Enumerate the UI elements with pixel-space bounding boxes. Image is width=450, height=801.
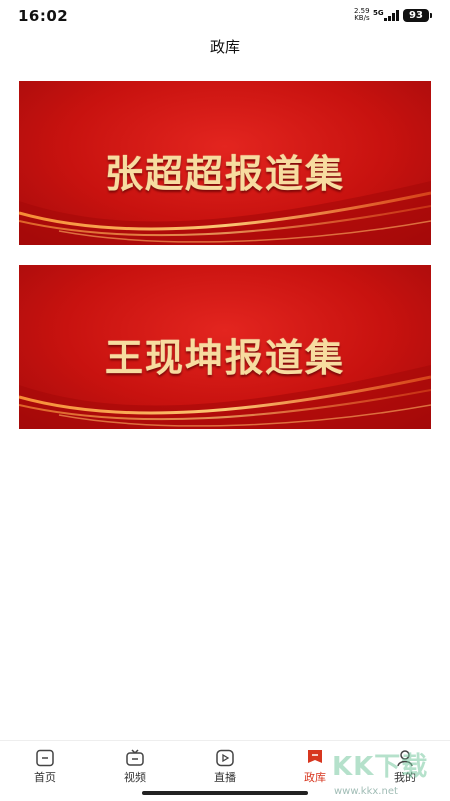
live-play-icon <box>216 749 234 767</box>
nav-item-home[interactable]: 首页 <box>15 747 75 791</box>
page-title: 政库 <box>209 38 240 56</box>
battery-icon: 93 <box>403 9 429 22</box>
nav-label: 视频 <box>124 771 146 784</box>
nav-item-live[interactable]: 直播 <box>195 747 255 791</box>
banner-title: 张超超报道集 <box>104 151 345 196</box>
signal-icon <box>384 10 399 21</box>
status-time: 16:02 <box>18 7 69 25</box>
watermark-url: www.kkx.net <box>334 786 398 797</box>
network-type: 5G <box>373 9 384 17</box>
network-speed: 2.59 KB/s <box>354 8 370 22</box>
home-indicator <box>142 791 308 795</box>
nav-item-video[interactable]: 视频 <box>105 747 165 791</box>
speed-unit: KB/s <box>354 14 370 22</box>
bookmark-icon <box>308 750 322 763</box>
nav-label: 直播 <box>214 771 236 784</box>
status-bar: 16:02 2.59 KB/s 5G 93 <box>0 0 450 32</box>
nav-label: 首页 <box>34 771 56 784</box>
banner-title: 王现坤报道集 <box>104 335 345 380</box>
tv-icon <box>126 749 144 766</box>
banner-wang-xiankun[interactable]: 王现坤报道集 <box>19 265 431 429</box>
battery-tip <box>430 13 432 18</box>
home-icon <box>36 749 54 767</box>
banner-zhang-chaochao[interactable]: 张超超报道集 <box>19 81 431 245</box>
watermark-logo: KK下载 <box>332 752 429 782</box>
